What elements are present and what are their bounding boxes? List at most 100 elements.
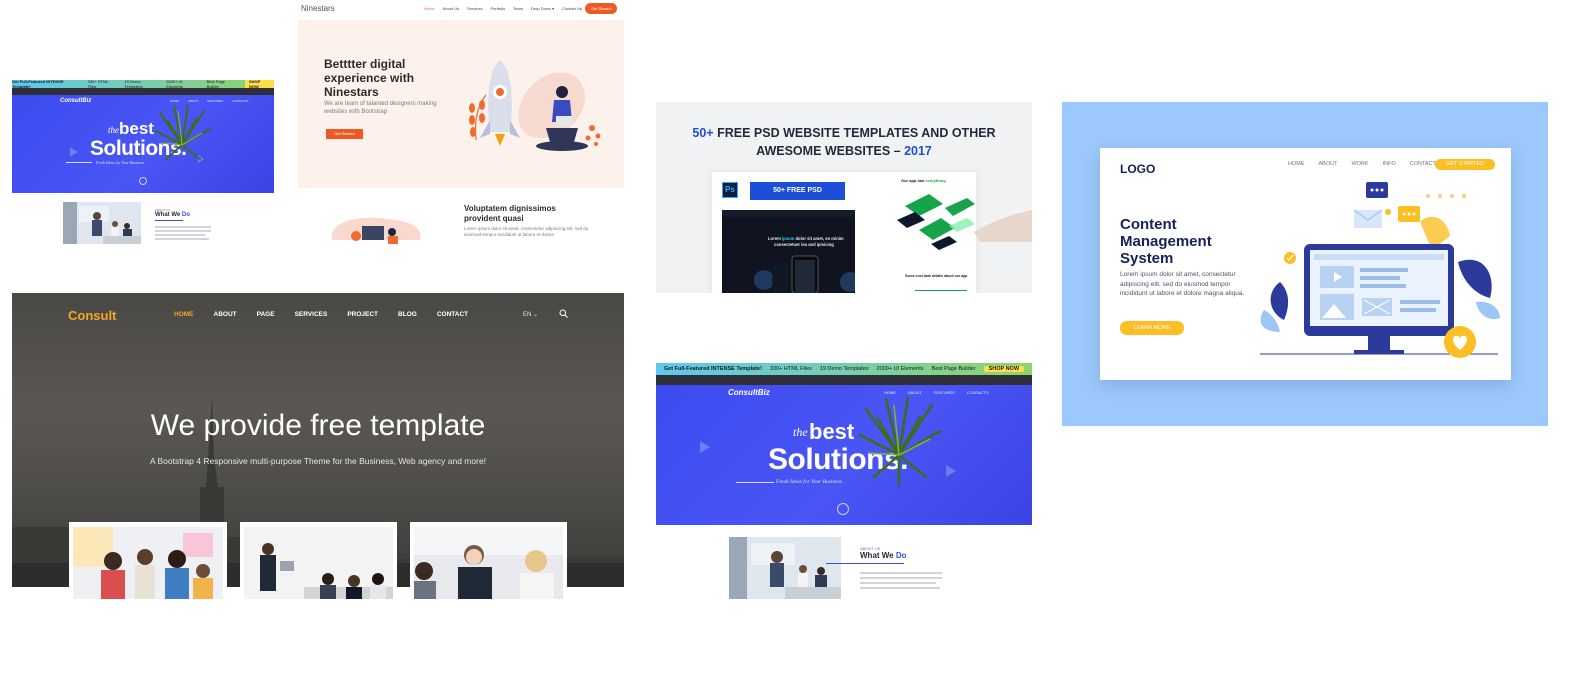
dark-heading-a: Lorem — [768, 236, 782, 241]
learn-more-button[interactable]: LEARN MORE — [1120, 321, 1184, 335]
scroll-down-icon[interactable] — [837, 503, 849, 515]
hero-text: Lorem ipsum dolor sit amet, consectetur … — [1120, 271, 1245, 297]
nav-dropdown[interactable]: Drop Down ▾ — [531, 6, 554, 11]
hero-best: best — [809, 419, 855, 444]
logo[interactable]: ConsultBiz — [60, 98, 91, 104]
nav-blog[interactable]: BLOG — [398, 311, 417, 318]
rocket-illustration — [469, 60, 601, 151]
language-selector[interactable]: EN ⌄ — [523, 311, 538, 318]
promo-text: Get Full-Featured INTENSE Template! — [663, 366, 762, 372]
nav-home[interactable]: HOME — [174, 311, 194, 318]
banner-title-line1: 50+ FREE PSD WEBSITE TEMPLATES AND OTHER — [656, 126, 1032, 140]
phone-illustration — [754, 255, 860, 293]
nav-contact[interactable]: CONTACT — [1410, 161, 1436, 167]
nav-home[interactable]: HOME — [1288, 161, 1305, 167]
nav-features[interactable]: FEATURES — [207, 99, 223, 103]
hand-illustration — [974, 210, 1032, 242]
nav-page[interactable]: PAGE — [257, 311, 275, 318]
hero-subline: A Bootstrap 4 Responsive multi-purpose T… — [149, 456, 487, 466]
ninestars-thumbnail[interactable]: Ninestars Home About Us Services Portfol… — [298, 0, 624, 248]
chevron-down-icon: ▾ — [550, 6, 555, 11]
nav-portfolio[interactable]: Portfolio — [490, 6, 505, 11]
plant-illustration — [155, 105, 211, 160]
banner-title-year: 2017 — [904, 144, 932, 158]
section-title-main: What We — [155, 212, 182, 218]
nav-home[interactable]: HOME — [884, 390, 896, 395]
hero-headline: We provide free template — [150, 409, 486, 442]
right-heading-a: Our app has — [901, 178, 926, 183]
hero-section: Betttter digital experience with Ninesta… — [298, 20, 624, 188]
hero-subtitle: Fresh Ideas for Your Business — [776, 479, 842, 485]
search-icon[interactable] — [559, 309, 568, 318]
shop-now-button[interactable]: SHOP NOW — [983, 366, 1025, 372]
logo[interactable]: ConsultBiz — [728, 388, 770, 397]
scroll-down-icon[interactable] — [139, 177, 147, 185]
free-psd-badge[interactable]: 50+ FREE PSD — [750, 182, 845, 200]
nav-about[interactable]: ABOUT — [908, 390, 922, 395]
promo-item: 330+ HTML Files — [769, 366, 812, 372]
plant-illustration — [858, 397, 942, 487]
section-title: Voluptatem dignissimos provident quasi — [464, 204, 556, 223]
team-photo — [73, 527, 223, 599]
section-title: What We Do — [155, 212, 190, 218]
hero-the: the — [108, 125, 119, 135]
nav-contacts[interactable]: CONTACTS — [967, 390, 989, 395]
nav-contacts[interactable]: CONTACTS — [232, 99, 248, 103]
consultbiz-large-thumbnail[interactable]: Get Full-Featured INTENSE Template! 330+… — [656, 363, 1032, 599]
logo[interactable]: LOGO — [1120, 162, 1155, 176]
section-text: Lorem ipsum dolor sit amet, consectetur … — [464, 226, 589, 237]
free-psd-templates-thumbnail[interactable]: 50+ FREE PSD WEBSITE TEMPLATES AND OTHER… — [656, 102, 1032, 293]
nav-home[interactable]: Home — [424, 6, 435, 11]
nav-about[interactable]: ABOUT — [188, 99, 198, 103]
get-started-button[interactable]: GET STARTED — [1435, 159, 1495, 170]
service-card-1[interactable] — [69, 522, 227, 599]
nav-info[interactable]: INFO — [1383, 161, 1396, 167]
hero-banner: ConsultBiz HOME ABOUT FEATURES CONTACTS … — [656, 385, 1032, 525]
section-title-main: What We — [860, 551, 896, 560]
nav-work[interactable]: WORK — [1351, 161, 1368, 167]
hero-text: We are team of talanted designers making… — [324, 101, 437, 115]
hero-banner: ConsultBiz HOME ABOUT FEATURES CONTACTS … — [12, 95, 274, 193]
brand-logo[interactable]: Ninestars — [301, 4, 335, 13]
nav-contact[interactable]: Contact Us — [562, 6, 582, 11]
nav-about[interactable]: About Us — [443, 6, 459, 11]
right-heading-b: everything — [925, 178, 946, 183]
dark-heading-b: ipsum — [781, 236, 795, 241]
logo[interactable]: Consult — [68, 308, 116, 323]
nav-dropdown-label: Drop Down — [530, 6, 551, 11]
nav-services[interactable]: SERVICES — [295, 311, 328, 318]
nav-about[interactable]: ABOUT — [214, 311, 237, 318]
dark-heading-c: dolor sit amet, en minim — [794, 236, 844, 241]
team-meeting-photo — [63, 202, 141, 244]
promo-item: 19 Demo Templates — [819, 366, 869, 372]
cms-page-card: LOGO HOME ABOUT WORK INFO CONTACT GET ST… — [1100, 148, 1511, 380]
section-title-accent: Do — [895, 551, 907, 560]
section-title-accent: Do — [181, 212, 190, 218]
photoshop-icon: Ps — [722, 182, 738, 198]
app-screens-illustration — [897, 194, 975, 250]
cms-landing-thumbnail[interactable]: LOGO HOME ABOUT WORK INFO CONTACT GET ST… — [1062, 102, 1548, 426]
nav-project[interactable]: PROJECT — [347, 311, 378, 318]
get-started-nav-button[interactable]: Get Started — [585, 3, 618, 14]
nav-home[interactable]: HOME — [170, 99, 179, 103]
nav-services[interactable]: Services — [467, 6, 482, 11]
chevron-down-icon: ⌄ — [531, 312, 539, 318]
promo-item: 2000+ UI Elements — [876, 366, 924, 372]
consult-thumbnail[interactable]: Consult HOME ABOUT PAGE SERVICES PROJECT… — [12, 293, 624, 599]
office-photo — [414, 527, 563, 599]
service-card-2[interactable] — [240, 522, 397, 599]
promo-item: Best Page Builder — [931, 366, 976, 372]
nav-contact[interactable]: CONTACT — [437, 311, 468, 318]
nav-features[interactable]: FEATURES — [934, 390, 955, 395]
consultbiz-small-thumbnail[interactable]: Get Full-Featured INTENSE Template! 330+… — [12, 80, 274, 250]
presentation-photo — [244, 527, 393, 599]
monitor-illustration — [1260, 182, 1500, 358]
section-title: What We Do — [860, 551, 907, 560]
service-card-3[interactable] — [410, 522, 567, 599]
team-meeting-photo — [729, 537, 841, 599]
hero-get-started-button[interactable]: Get Started — [326, 129, 363, 139]
light-template-preview: Our app has everything Some cool dark de… — [855, 172, 976, 293]
nav-team[interactable]: Team — [513, 6, 523, 11]
nav-about[interactable]: ABOUT — [1319, 161, 1338, 167]
right-subheading: Some cool dark details about our app — [905, 274, 968, 278]
